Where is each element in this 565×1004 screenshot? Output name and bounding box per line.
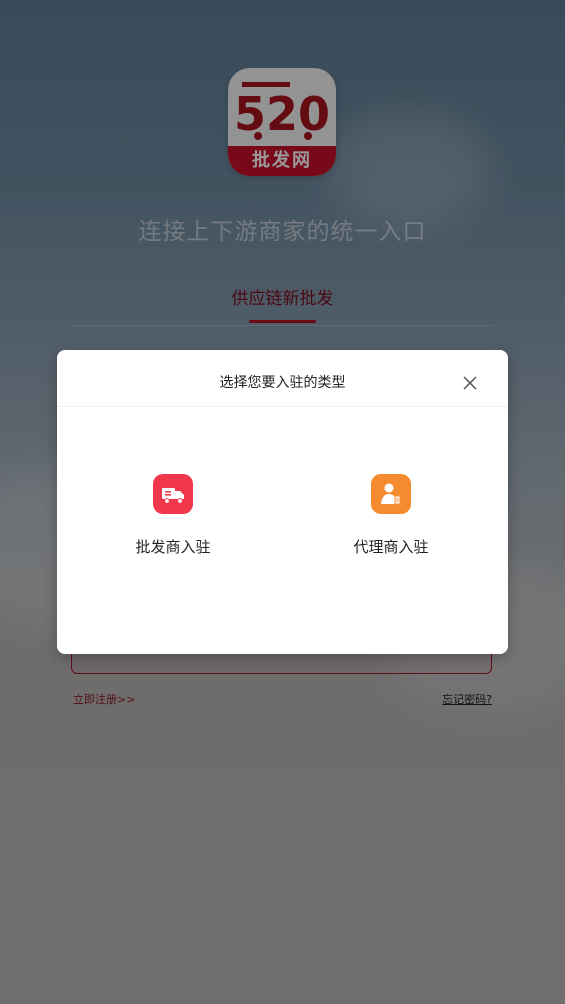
modal-title: 选择您要入驻的类型 <box>219 375 346 391</box>
modal-divider <box>57 406 508 407</box>
agent-option-label: 代理商入驻 <box>353 538 429 556</box>
wholesale-truck-icon <box>153 474 193 514</box>
wholesaler-entry-option[interactable]: 批发商入驻 <box>93 474 253 557</box>
entry-type-modal: 选择您要入驻的类型 批发商入驻 代理商入驻 <box>57 350 508 654</box>
agent-person-icon <box>371 474 411 514</box>
wholesaler-option-label: 批发商入驻 <box>135 538 211 556</box>
close-icon <box>463 376 477 390</box>
agent-entry-option[interactable]: 代理商入驻 <box>311 474 471 557</box>
close-button[interactable] <box>461 374 479 392</box>
app-screen: 520 批发网 连接上下游商家的统一入口 供应链新批发 立即注册>> 忘记密码?… <box>0 0 565 1004</box>
